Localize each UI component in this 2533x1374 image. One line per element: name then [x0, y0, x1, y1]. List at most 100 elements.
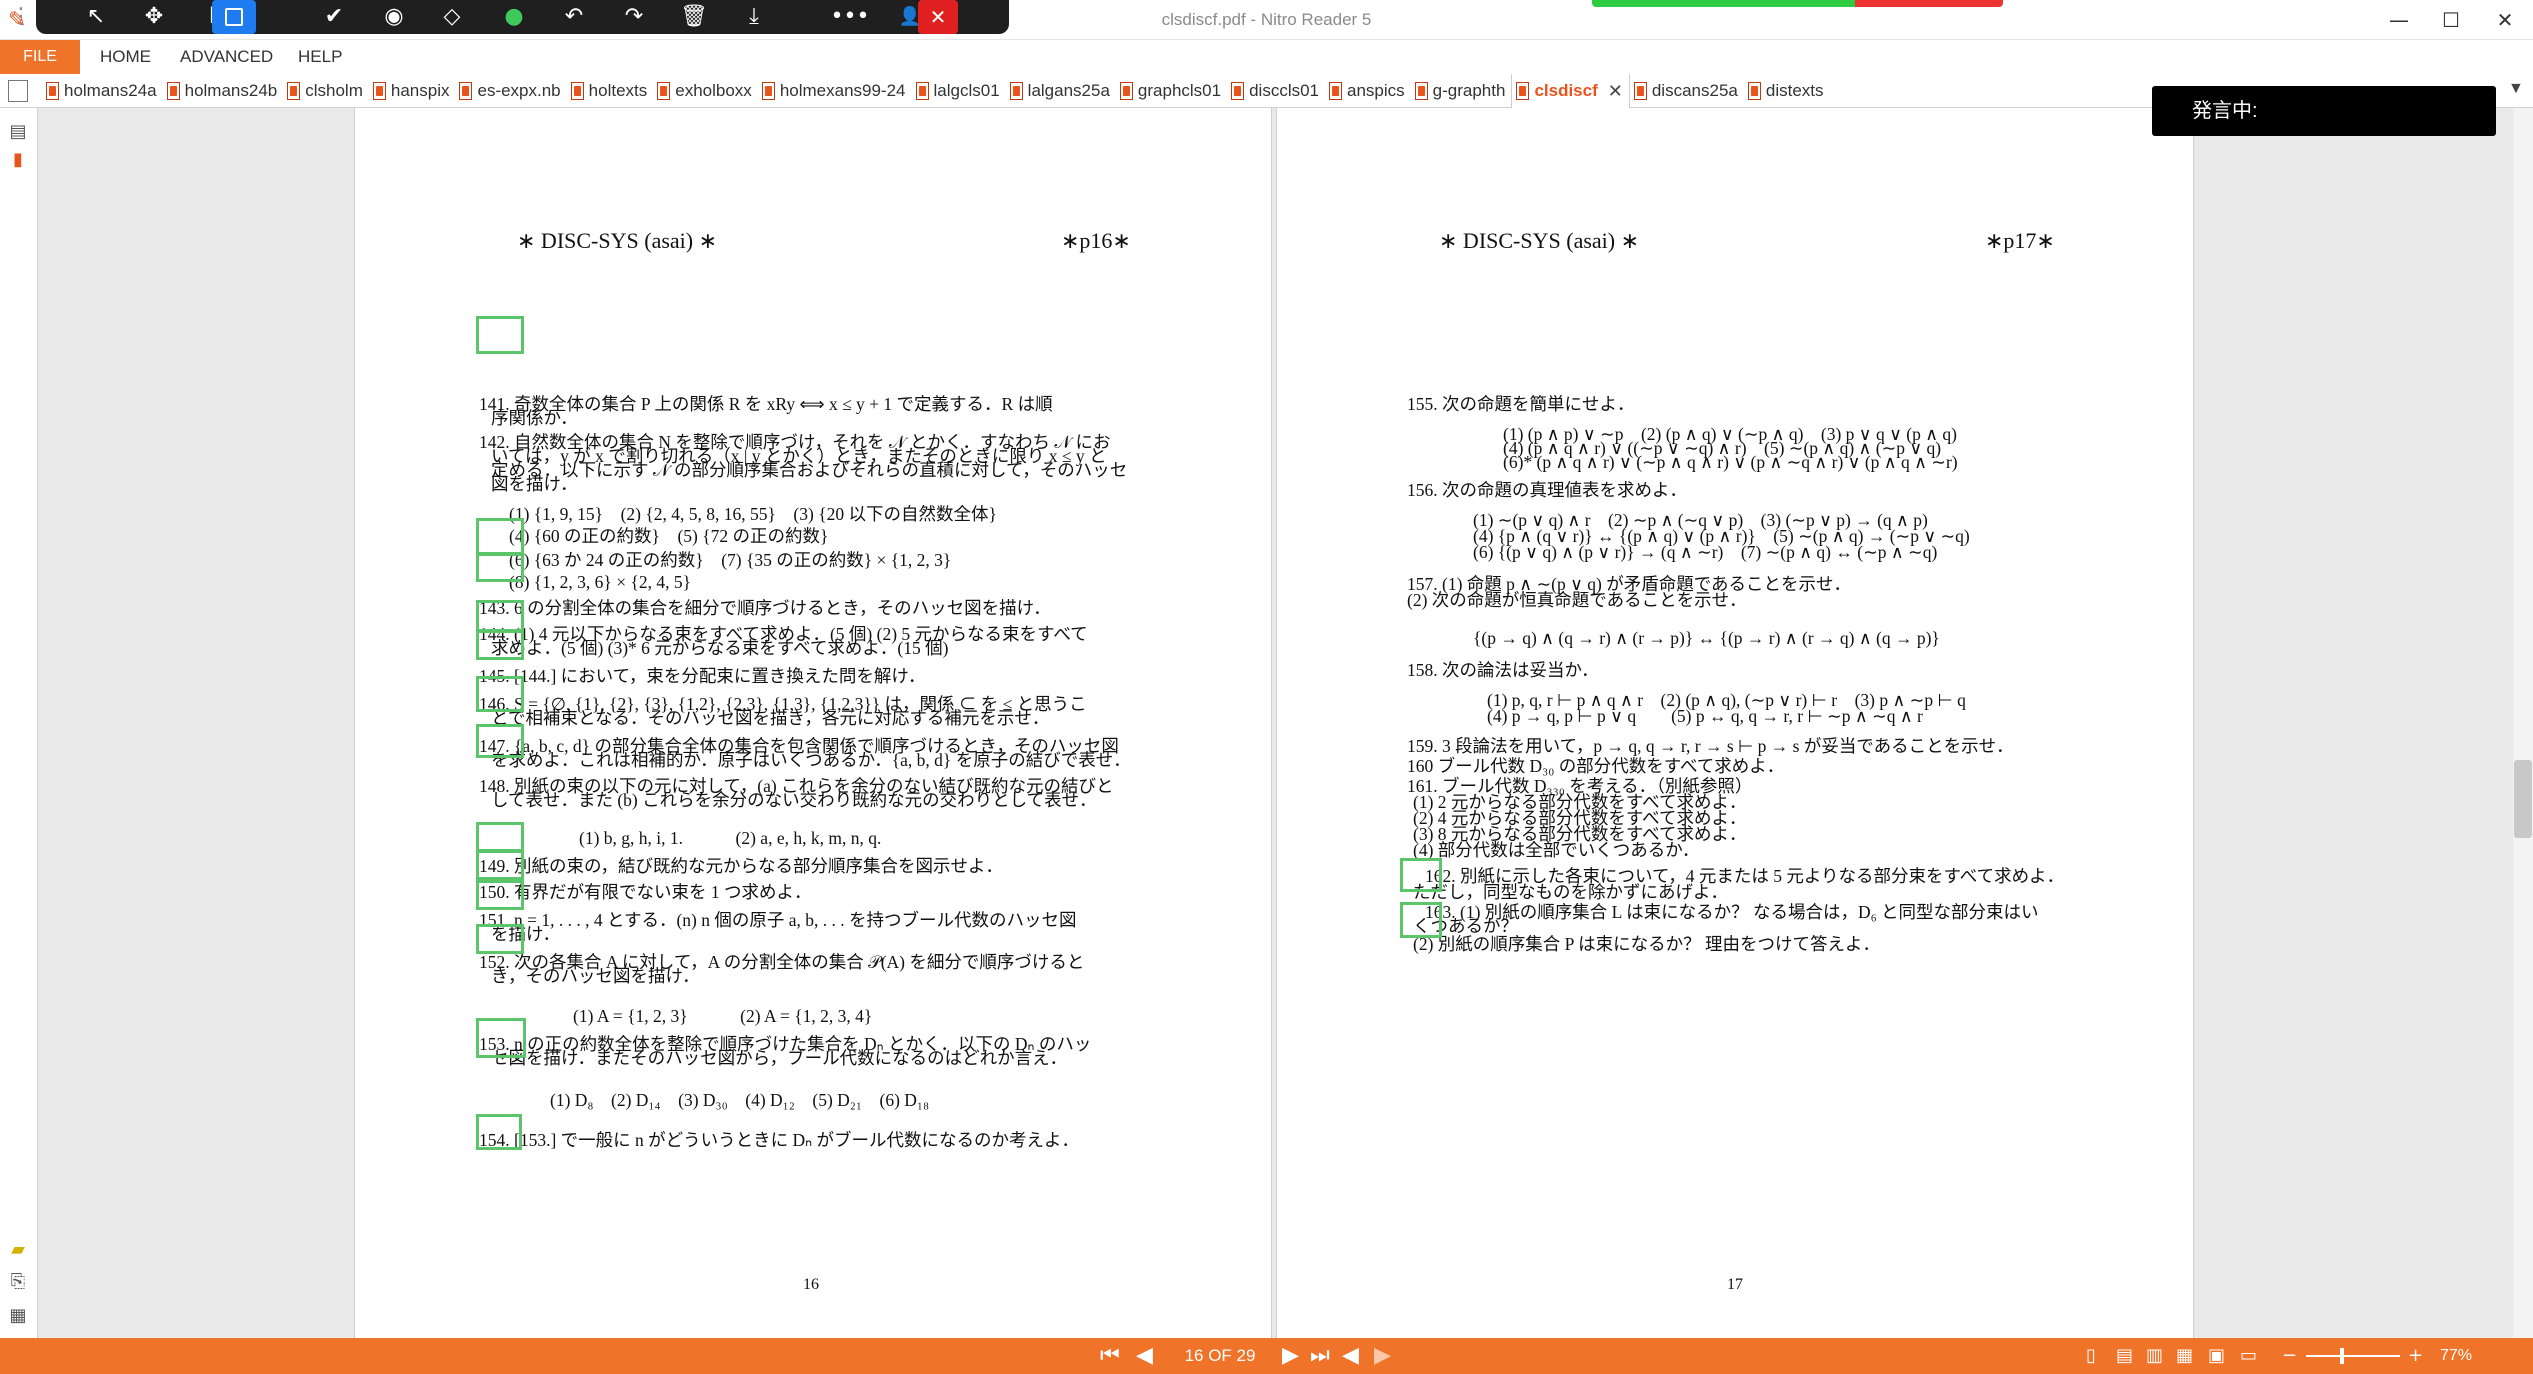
- annotation-box-154[interactable]: [476, 1114, 522, 1150]
- tab-label: exholboxx: [675, 81, 752, 100]
- fit-page-icon[interactable]: ▣: [2208, 1338, 2225, 1374]
- move-icon[interactable]: ✥: [132, 0, 176, 34]
- undo-icon[interactable]: ↶: [552, 0, 596, 34]
- minimize-button[interactable]: —: [2376, 4, 2422, 36]
- tab-graphcls01[interactable]: graphcls01: [1116, 74, 1227, 108]
- first-page-icon[interactable]: ⏮: [1100, 1338, 1120, 1374]
- tab-distexts[interactable]: distexts: [1744, 74, 1830, 108]
- tab-holmans24a[interactable]: holmans24a: [42, 74, 163, 108]
- problem-line: セ図を描け．またそのハッセ図から，ブール代数になるのはどれか言え．: [491, 1048, 1068, 1068]
- problem-line: (1) {1, 9, 15} (2) {2, 4, 5, 8, 16, 55} …: [509, 504, 997, 524]
- menu-advanced[interactable]: ADVANCED: [180, 40, 273, 74]
- tab-anspics[interactable]: anspics: [1325, 74, 1411, 108]
- annotation-box-148[interactable]: [476, 724, 524, 758]
- more-icon[interactable]: •••: [828, 0, 872, 34]
- problem-line: 143. 6 の分割全体の集合を細分で順序づけるとき，そのハッセ図を描け．: [479, 598, 1051, 618]
- color-picker-icon[interactable]: ●: [492, 0, 536, 34]
- comments-icon[interactable]: ▰: [6, 1238, 30, 1262]
- tab-g-graphth[interactable]: g-graphth: [1411, 74, 1512, 108]
- tab-lalgans25a[interactable]: lalgans25a: [1006, 74, 1116, 108]
- annotation-box-153[interactable]: [476, 1018, 526, 1058]
- toolbar-grip-icon[interactable]: ⋮: [6, 0, 36, 34]
- last-page-icon[interactable]: ⏭: [1310, 1338, 1330, 1374]
- close-toolbar-button[interactable]: ✕: [918, 0, 958, 34]
- pdf-page-17: ∗ DISC-SYS (asai) ∗ ∗p17∗ 155. 次の命題を簡単にせ…: [1276, 108, 2194, 1338]
- previous-page-icon[interactable]: ◀: [1136, 1338, 1153, 1374]
- stamp-icon[interactable]: ◉: [372, 0, 416, 34]
- tab-clsdiscf[interactable]: clsdiscf ✕: [1511, 74, 1630, 108]
- fit-width-icon[interactable]: ▭: [2240, 1338, 2257, 1374]
- tab-lalgcls01[interactable]: lalgcls01: [912, 74, 1006, 108]
- page-footer-number: 16: [803, 1276, 819, 1293]
- continuous-view-icon[interactable]: ▤: [2116, 1338, 2133, 1374]
- tab-holmexans99-24[interactable]: holmexans99-24: [758, 74, 912, 108]
- pdf-file-icon: [46, 82, 59, 100]
- problem-line: 定める．以下に示す 𝒩 の部分順序集合およびそれらの直積に対して，そのハッセ: [491, 460, 1128, 480]
- tab-label: graphcls01: [1137, 81, 1222, 100]
- scrollbar-thumb[interactable]: [2514, 760, 2532, 838]
- thumbnails-icon[interactable]: ▤: [6, 120, 30, 144]
- properties-icon[interactable]: ▦: [6, 1304, 30, 1328]
- pdf-file-icon: [166, 82, 180, 100]
- problem-line: 159. 3 段論法を用いて，p → q, q → r, r → s ⊢ p →…: [1407, 736, 2014, 756]
- annotation-box-163[interactable]: [1400, 902, 1442, 938]
- zoom-slider-track[interactable]: [2306, 1355, 2400, 1357]
- pdf-file-icon: [1329, 82, 1343, 100]
- document-tabs: holmans24a holmans24b clsholm hanspix es-exp…: [42, 74, 1830, 108]
- download-icon[interactable]: ⤓: [732, 0, 776, 34]
- rectangle-tool-button[interactable]: [212, 0, 256, 34]
- page-header-left: ∗ DISC-SYS (asai) ∗: [1439, 228, 1640, 253]
- tab-label: clsholm: [305, 81, 363, 100]
- two-page-continuous-icon[interactable]: ▦: [2176, 1338, 2193, 1374]
- problem-line: 図を描け．: [491, 474, 578, 494]
- menu-home[interactable]: HOME: [100, 40, 151, 74]
- single-page-view-icon[interactable]: ▯: [2086, 1338, 2096, 1374]
- redo-icon[interactable]: ↷: [612, 0, 656, 34]
- annotation-box-162[interactable]: [1400, 858, 1442, 892]
- close-window-button[interactable]: ✕: [2482, 4, 2528, 36]
- attachments-icon[interactable]: ⎘: [6, 1270, 30, 1294]
- next-view-icon[interactable]: ▶: [1374, 1338, 1391, 1374]
- annotation-box-142[interactable]: [476, 316, 524, 354]
- annotation-box-150[interactable]: [476, 850, 524, 880]
- tab-scroll-icon[interactable]: ▼: [2508, 80, 2524, 98]
- annotation-box-151[interactable]: [476, 880, 524, 910]
- checkmark-icon[interactable]: ✔: [312, 0, 356, 34]
- pointer-icon[interactable]: ↖: [74, 0, 118, 34]
- tab-hanspix[interactable]: hanspix: [369, 74, 456, 108]
- tab-label: g-graphth: [1432, 81, 1506, 100]
- annotation-box-145[interactable]: [476, 600, 524, 632]
- zoom-slider-thumb[interactable]: [2340, 1348, 2344, 1364]
- zoom-level[interactable]: 77%: [2440, 1338, 2510, 1374]
- annotation-box-143[interactable]: [476, 518, 524, 556]
- tab-discans25a[interactable]: discans25a: [1630, 74, 1744, 108]
- delete-icon[interactable]: 🗑: [672, 0, 716, 34]
- tab-close-icon[interactable]: ✕: [1608, 81, 1623, 102]
- tab-disccls01[interactable]: disccls01: [1227, 74, 1325, 108]
- page-indicator[interactable]: 16 OF 29: [1160, 1338, 1280, 1374]
- bookmarks-icon[interactable]: ▮: [6, 148, 30, 172]
- annotation-box-149[interactable]: [476, 822, 524, 852]
- two-page-view-icon[interactable]: ▥: [2146, 1338, 2163, 1374]
- annotation-box-152[interactable]: [476, 924, 524, 954]
- tab-clsholm[interactable]: clsholm: [283, 74, 369, 108]
- tab-list-icon[interactable]: [8, 80, 28, 102]
- tab-label: discans25a: [1651, 81, 1738, 100]
- annotation-box-147[interactable]: [476, 676, 524, 712]
- vertical-scrollbar[interactable]: [2513, 108, 2533, 1338]
- tab-holmans24b[interactable]: holmans24b: [163, 74, 284, 108]
- previous-view-icon[interactable]: ◀: [1342, 1338, 1359, 1374]
- zoom-in-icon[interactable]: +: [2408, 1338, 2423, 1374]
- tab-exholboxx[interactable]: exholboxx: [653, 74, 758, 108]
- zoom-out-icon[interactable]: −: [2282, 1338, 2297, 1374]
- annotation-box-144[interactable]: [476, 552, 524, 582]
- maximize-button[interactable]: ☐: [2428, 4, 2474, 36]
- tab-holtexts[interactable]: holtexts: [567, 74, 654, 108]
- next-page-icon[interactable]: ▶: [1282, 1338, 1299, 1374]
- tab-es-expx.nb[interactable]: es-expx.nb: [455, 74, 566, 108]
- pdf-file-icon: [570, 82, 584, 100]
- eraser-icon[interactable]: ◇: [430, 0, 474, 34]
- menu-file[interactable]: FILE: [0, 40, 80, 74]
- annotation-box-146[interactable]: [476, 630, 524, 660]
- menu-help[interactable]: HELP: [298, 40, 342, 74]
